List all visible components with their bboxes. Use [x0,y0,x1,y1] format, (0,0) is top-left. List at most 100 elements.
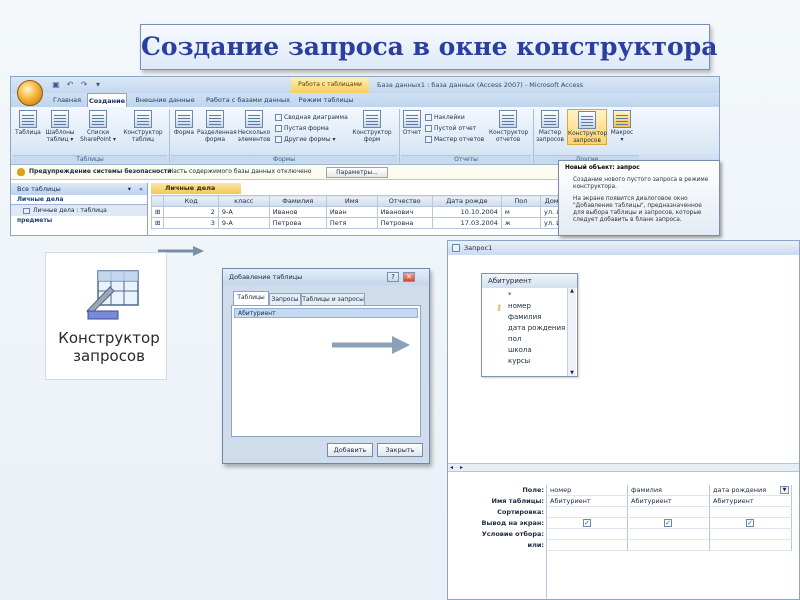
cell[interactable]: Петровна [376,217,433,229]
help-button[interactable]: ? [387,272,399,282]
or-cell[interactable] [710,540,792,551]
cell[interactable]: 3 [163,217,219,229]
tab-database-tools[interactable]: Работа с базами данных [201,93,295,107]
scroll-down-icon[interactable]: ▼ [568,370,576,376]
save-icon[interactable]: ▣ [51,80,61,90]
field-cell[interactable]: номер [547,485,628,496]
macro-button[interactable]: Макрос ▾ [609,110,635,144]
report-design-button[interactable]: Конструктор отчетов [489,110,528,144]
cell[interactable]: Петрова [268,217,327,229]
table-row[interactable]: ⊞ 2 9-А Иванов Иван Иванович 10.10.2004 … [151,206,571,218]
pivot-chart-button[interactable]: Сводная диаграмма [275,113,348,122]
table-templates-button[interactable]: Шаблоны таблиц ▾ [45,110,75,144]
query-wizard-button[interactable]: Мастер запросов [535,110,565,144]
scrollbar[interactable]: ▲ ▼ [567,288,576,376]
field-item[interactable]: номер [508,301,531,312]
undo-icon[interactable]: ↶ [65,80,75,90]
field-item[interactable]: дата рождения [508,323,565,334]
more-forms-button[interactable]: Другие формы ▾ [275,135,336,144]
table-design-button[interactable]: Конструктор таблиц [121,110,165,144]
cell[interactable]: 9-А [217,217,270,229]
blank-report-button[interactable]: Пустой отчет [425,124,476,133]
office-button[interactable] [17,80,43,106]
close-button[interactable]: Закрыть [377,443,423,457]
nav-group-personal-files[interactable]: Личные дела [11,195,147,205]
sort-cell[interactable] [547,507,628,518]
dropdown-icon[interactable]: ▼ [780,486,789,494]
collapse-icon[interactable]: « [139,183,143,195]
report-wizard-button[interactable]: Мастер отчетов [425,135,484,144]
or-cell[interactable] [628,540,710,551]
field-item[interactable]: пол [508,334,521,345]
field-list-applicant[interactable]: Абитуриент ▲ ▼ * ⚷ номер фамилия дата ро… [481,273,578,377]
blank-form-button[interactable]: Пустая форма [275,124,329,133]
cell[interactable]: Иванов [268,206,327,218]
nav-pane-header[interactable]: Все таблицы ▾ « [11,183,147,195]
expand-icon[interactable]: ⊞ [151,217,165,229]
column-header[interactable]: Имя [325,195,378,207]
cell[interactable]: Иван [325,206,378,218]
tab-home[interactable]: Главная [49,93,85,107]
close-icon[interactable]: ✕ [403,272,415,282]
multiple-items-button[interactable]: Несколько элементов [235,110,273,144]
table-row[interactable]: ⊞ 3 9-А Петрова Петя Петровна 17.03.2004… [151,217,571,229]
field-cell[interactable]: дата рождения ▼ [710,485,792,496]
query-design-button[interactable]: Конструктор запросов [567,109,607,145]
criteria-cell[interactable] [710,529,792,540]
nav-group-subjects[interactable]: предметы [11,216,147,226]
field-item[interactable]: фамилия [508,312,541,323]
table-button[interactable]: Таблица [15,110,41,137]
sort-cell[interactable] [710,507,792,518]
show-cell[interactable]: ✓ [547,518,628,529]
column-header[interactable]: Фамилия [268,195,327,207]
field-item[interactable]: * [508,290,512,301]
tab-tables-and-queries[interactable]: Таблицы и запросы [301,293,365,305]
column-header[interactable]: Код [163,195,219,207]
cell[interactable]: 9-А [217,206,270,218]
cell[interactable]: ж [500,217,542,229]
options-button[interactable]: Параметры... [326,167,388,178]
scroll-up-icon[interactable]: ▲ [568,288,576,294]
cell[interactable]: 17.03.2004 [431,217,502,229]
or-cell[interactable] [547,540,628,551]
add-button[interactable]: Добавить [327,443,373,457]
nav-item-personal-files-table[interactable]: Личные дела : таблица [11,205,147,216]
cell[interactable]: Петя [325,217,378,229]
column-header[interactable]: класс [217,195,270,207]
field-cell[interactable]: фамилия [628,485,710,496]
criteria-cell[interactable] [628,529,710,540]
horizontal-scrollbar[interactable]: ◂ ▸ [448,463,799,472]
show-cell[interactable]: ✓ [628,518,710,529]
sharepoint-lists-button[interactable]: Списки SharePoint ▾ [79,110,117,144]
field-item[interactable]: школа [508,345,532,356]
cell[interactable]: 2 [163,206,219,218]
list-item[interactable]: Абитуриент [234,308,418,318]
cell[interactable]: м [500,206,542,218]
table-cell[interactable]: Абитуриент [710,496,792,507]
tab-tables[interactable]: Таблицы [233,291,269,305]
show-checkbox[interactable]: ✓ [664,519,672,527]
split-form-button[interactable]: Разделенная форма [197,110,237,144]
table-cell[interactable]: Абитуриент [547,496,628,507]
tab-datasheet[interactable]: Режим таблицы [297,93,355,107]
cell[interactable]: 10.10.2004 [431,206,502,218]
form-button[interactable]: Форма [173,110,195,137]
column-header[interactable]: Пол [500,195,542,207]
table-cell[interactable]: Абитуриент [628,496,710,507]
field-item[interactable]: курсы [508,356,530,367]
show-checkbox[interactable]: ✓ [583,519,591,527]
scroll-right-icon[interactable]: ▸ [460,464,463,471]
scroll-left-icon[interactable]: ◂ [450,464,453,471]
tab-create[interactable]: Создание [87,93,127,107]
report-button[interactable]: Отчет [401,110,423,137]
redo-icon[interactable]: ↷ [79,80,89,90]
show-cell[interactable]: ✓ [710,518,792,529]
sort-cell[interactable] [628,507,710,518]
tab-queries[interactable]: Запросы [269,293,301,305]
row-selector[interactable] [151,195,165,207]
cell[interactable]: Иванович [376,206,433,218]
tab-external-data[interactable]: Внешние данные [131,93,199,107]
labels-button[interactable]: Наклейки [425,113,465,122]
expand-icon[interactable]: ⊞ [151,206,165,218]
criteria-cell[interactable] [547,529,628,540]
